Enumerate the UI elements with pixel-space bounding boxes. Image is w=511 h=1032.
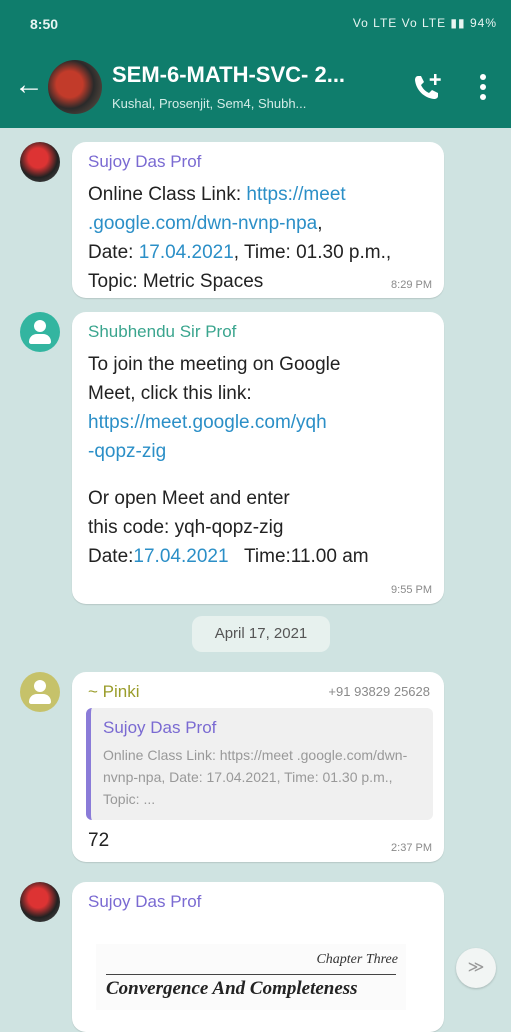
message-text: 72: [88, 830, 110, 851]
status-indicators: Vo LTE Vo LTE ▮▮ 94%: [352, 16, 497, 30]
status-time: 8:50: [30, 16, 59, 32]
message-line: Or open Meet and enter: [88, 488, 290, 509]
quoted-text: Online Class Link: https://meet .google.…: [103, 747, 408, 807]
message-line: Meet, click this link:: [88, 383, 252, 404]
sender-avatar[interactable]: [20, 882, 60, 922]
sender-name[interactable]: ~ Pinki: [88, 682, 140, 702]
doc-divider: [106, 974, 396, 975]
date-link[interactable]: 17.04.2021: [133, 546, 228, 567]
message-link[interactable]: https://meet: [246, 184, 345, 205]
message-line: Topic: Metric Spaces: [88, 271, 264, 292]
status-bar: 8:50 Vo LTE Vo LTE ▮▮ 94%: [0, 0, 511, 48]
message-time: 8:29 PM: [391, 279, 432, 291]
document-preview[interactable]: Chapter Three Convergence And Completene…: [96, 944, 406, 1010]
doc-chapter: Chapter Three: [316, 952, 398, 967]
chat-header: ← SEM-6-MATH-SVC- 2... Kushal, Prosenjit…: [0, 48, 511, 128]
message-link[interactable]: .google.com/dwn-nvnp-npa: [88, 213, 317, 234]
message-link[interactable]: -qopz-zig: [88, 437, 166, 466]
message-line: .google.com/dwn-nvnp-npa,: [88, 213, 323, 234]
doc-title: Convergence And Completeness: [106, 978, 358, 999]
date-separator: April 17, 2021: [192, 616, 330, 652]
message-time: 2:37 PM: [391, 842, 432, 854]
date-link[interactable]: 17.04.2021: [139, 242, 234, 263]
message-bubble[interactable]: Shubhendu Sir Prof To join the meeting o…: [72, 312, 444, 604]
double-chevron-down-icon[interactable]: ≫: [456, 948, 496, 988]
back-arrow-icon[interactable]: ←: [14, 70, 44, 100]
message-link[interactable]: https://meet.google.com/yqh: [88, 408, 327, 437]
group-title[interactable]: SEM-6-MATH-SVC- 2...: [112, 62, 345, 88]
sender-avatar[interactable]: [20, 672, 60, 712]
message-line: To join the meeting on Google: [88, 354, 341, 375]
message-line: Date:17.04.2021 Time:11.00 am: [88, 546, 369, 567]
group-members[interactable]: Kushal, Prosenjit, Sem4, Shubh...: [112, 96, 306, 111]
more-vert-icon[interactable]: [478, 72, 488, 102]
sender-avatar[interactable]: [20, 312, 60, 352]
sender-name[interactable]: Sujoy Das Prof: [88, 152, 201, 172]
message-time: 9:55 PM: [391, 584, 432, 596]
sender-name[interactable]: Shubhendu Sir Prof: [88, 322, 236, 342]
sender-name[interactable]: Sujoy Das Prof: [88, 892, 201, 912]
message-bubble[interactable]: Sujoy Das Prof Chapter Three Convergence…: [72, 882, 444, 1032]
chat-area[interactable]: Sujoy Das Prof Online Class Link: https:…: [0, 128, 511, 1032]
sender-avatar[interactable]: [20, 142, 60, 182]
quoted-message[interactable]: Sujoy Das Prof Online Class Link: https:…: [86, 708, 433, 820]
message-line: Date: 17.04.2021, Time: 01.30 p.m.,: [88, 242, 392, 263]
message-bubble[interactable]: Sujoy Das Prof Online Class Link: https:…: [72, 142, 444, 298]
message-line: Online Class Link: https://meet: [88, 184, 346, 205]
message-bubble[interactable]: ~ Pinki +91 93829 25628 Sujoy Das Prof O…: [72, 672, 444, 862]
quoted-sender: Sujoy Das Prof: [103, 718, 217, 737]
add-call-icon[interactable]: [412, 72, 444, 102]
group-avatar[interactable]: [48, 60, 102, 114]
sender-phone: +91 93829 25628: [328, 684, 430, 699]
message-line: this code: yqh-qopz-zig: [88, 517, 284, 538]
